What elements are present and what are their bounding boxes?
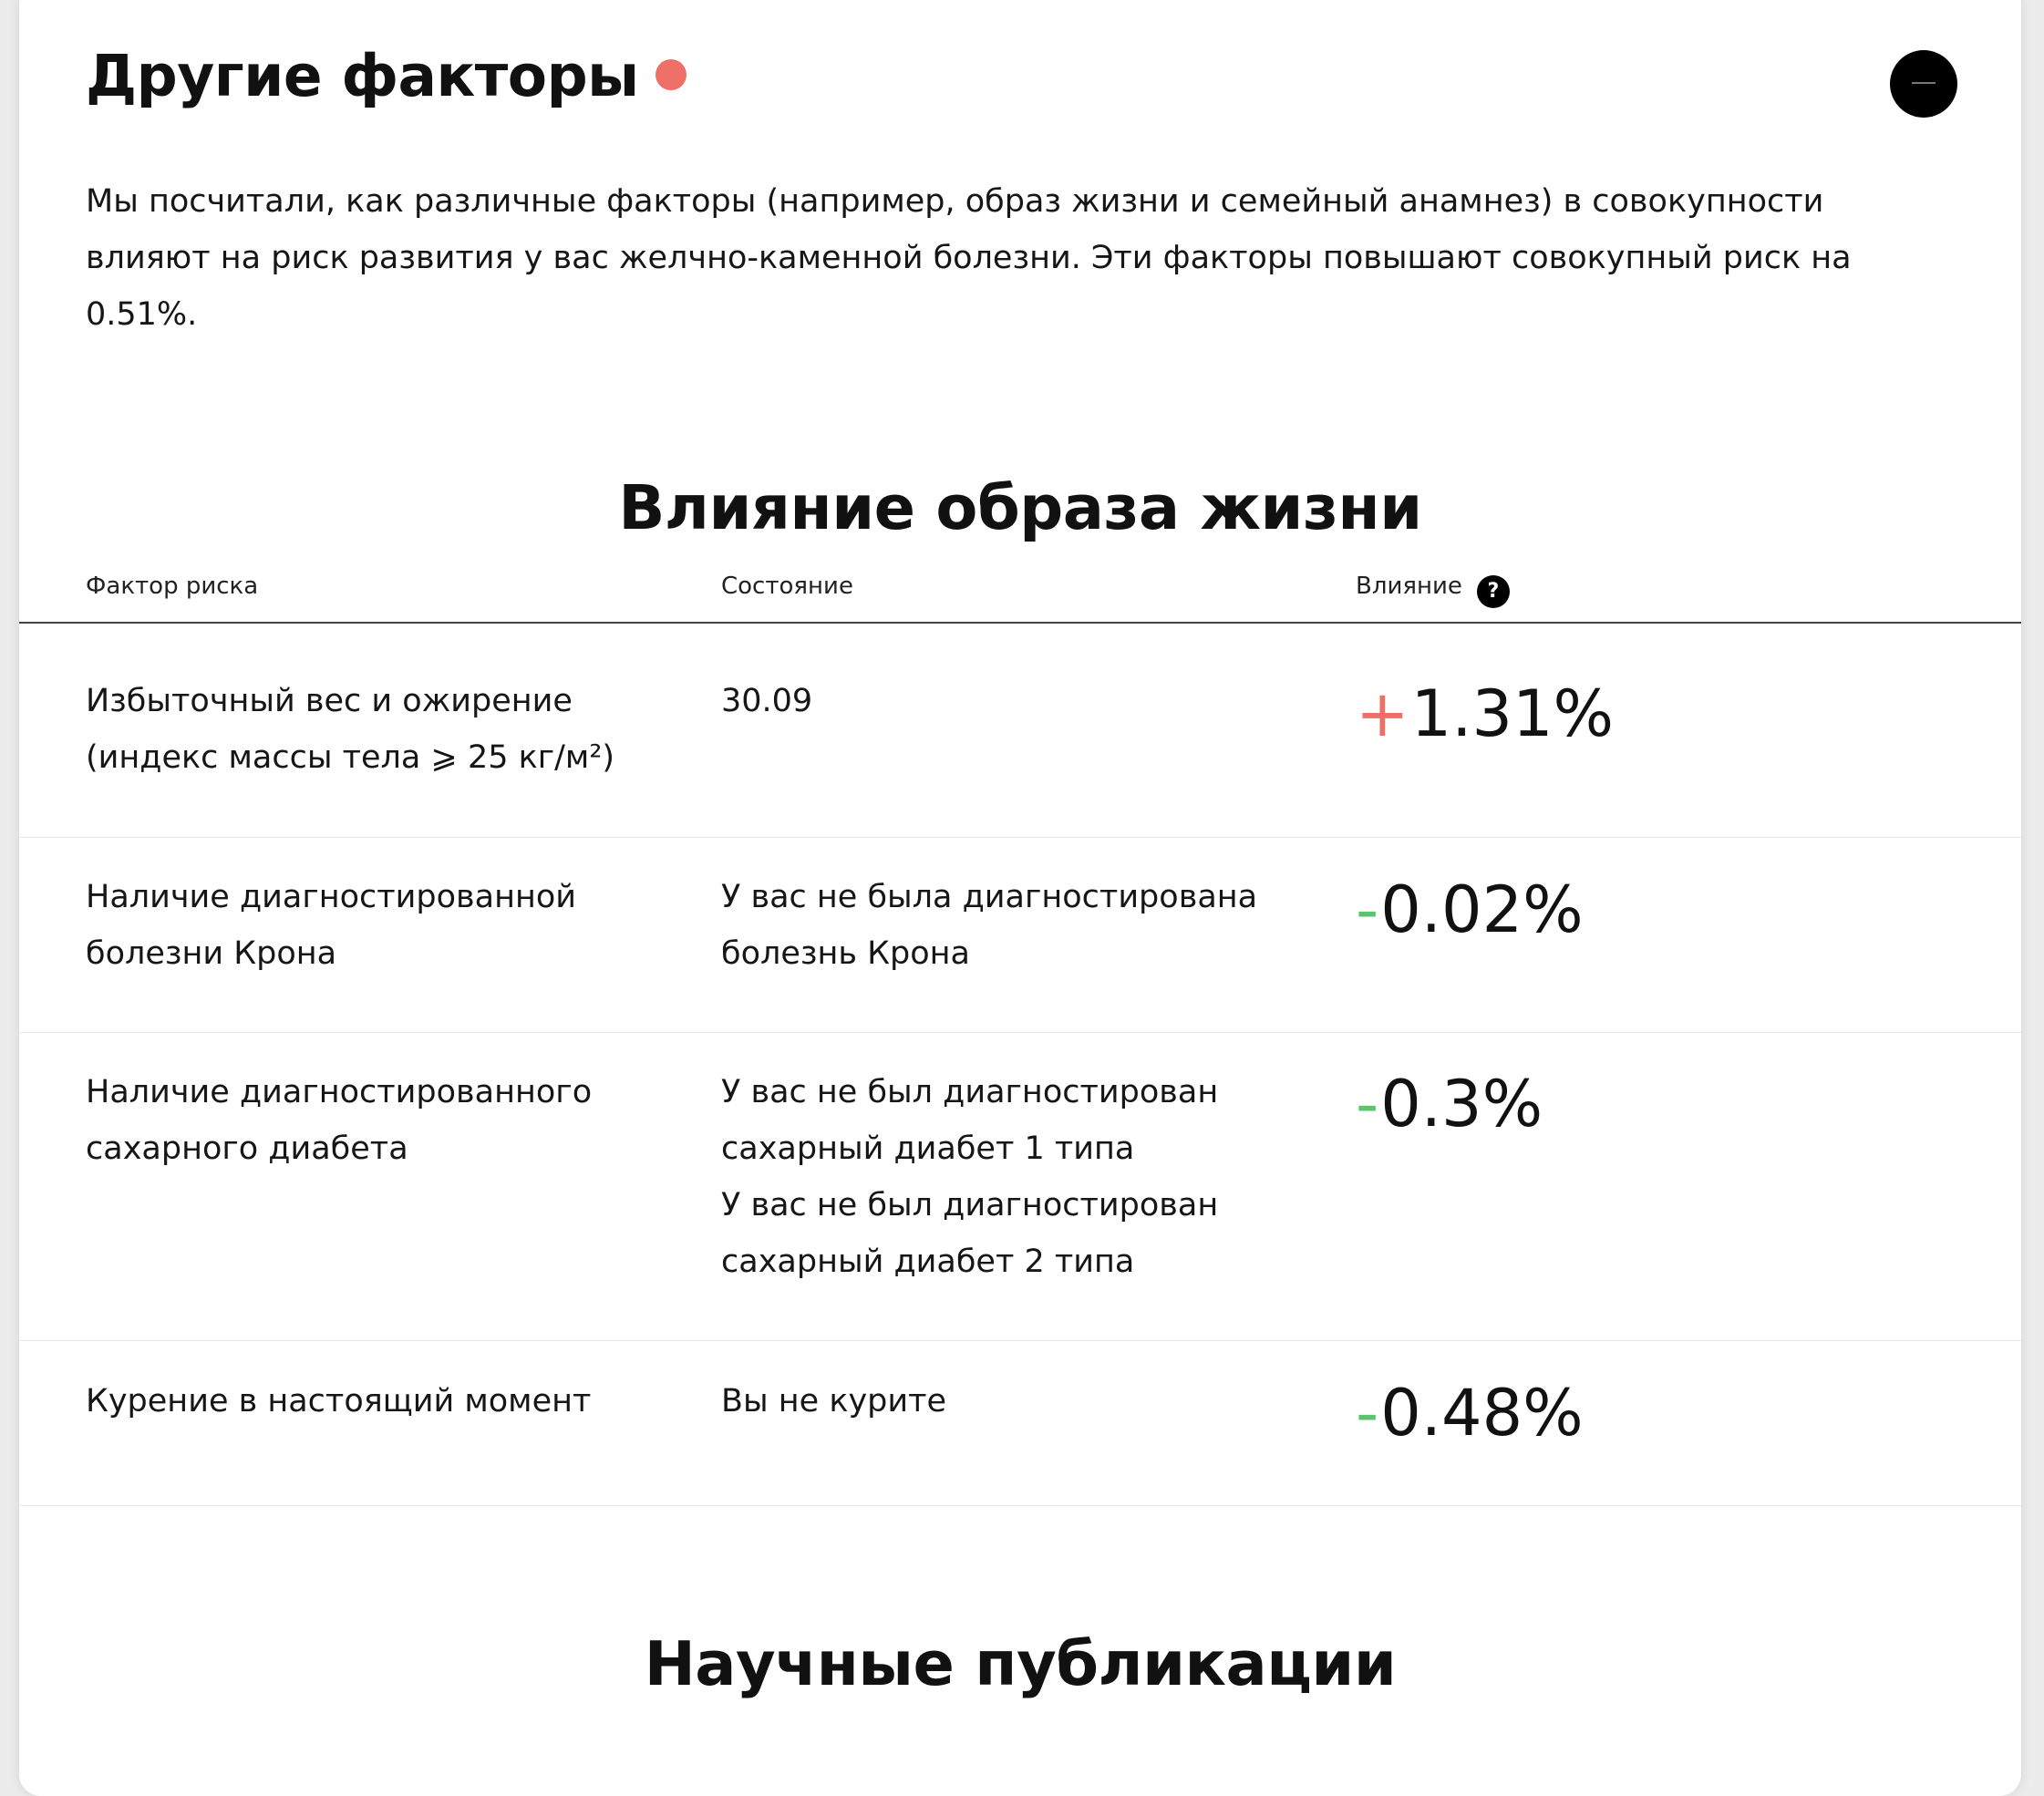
row-2-impact-sign: - xyxy=(1356,872,1379,947)
row-4-impact: -0.48% xyxy=(1356,1381,1584,1445)
intro-text: Мы посчитали, как различные факторы (нап… xyxy=(86,183,1852,333)
column-header-impact: Влияние? xyxy=(1356,573,1510,608)
row-2-impact: -0.02% xyxy=(1356,878,1584,942)
publications-section-title: Научные публикации xyxy=(644,1628,1397,1699)
row-4-state-line-1: Вы не курите xyxy=(721,1383,947,1419)
row-divider xyxy=(19,1505,2021,1506)
card-title: Другие факторы xyxy=(86,47,686,105)
minus-icon xyxy=(1912,82,1936,84)
row-3-state-line-2: У вас не был диагностирован сахарный диа… xyxy=(721,1187,1219,1280)
row-4-impact-sign: - xyxy=(1356,1376,1379,1450)
collapse-button[interactable] xyxy=(1890,50,1957,118)
row-divider xyxy=(19,837,2021,838)
row-3-state-line-1: У вас не был диагностирован сахарный диа… xyxy=(721,1074,1219,1167)
row-4-impact-value: 0.48% xyxy=(1380,1376,1584,1450)
row-2-impact-value: 0.02% xyxy=(1380,872,1584,947)
row-2-state-line-1: У вас не была диагностирована болезнь Кр… xyxy=(721,879,1258,972)
column-header-impact-label: Влияние xyxy=(1356,573,1462,600)
row-4-factor: Курение в настоящий момент xyxy=(86,1383,592,1419)
row-1-impact-sign: + xyxy=(1356,676,1409,751)
row-4-state: Вы не курите xyxy=(721,1373,1305,1430)
row-1-state: 30.09 xyxy=(721,673,1305,729)
column-header-factor: Фактор риска xyxy=(86,573,259,600)
row-2-state: У вас не была диагностирована болезнь Кр… xyxy=(721,869,1305,982)
column-header-state: Состояние xyxy=(721,573,853,600)
row-3-impact-sign: - xyxy=(1356,1067,1379,1141)
row-1-state-line-1: 30.09 xyxy=(721,683,813,719)
row-divider xyxy=(19,1032,2021,1033)
lifestyle-section-title: Влияние образа жизни xyxy=(618,472,1422,543)
other-factors-card: Другие факторы Мы посчитали, как различн… xyxy=(19,0,2021,1796)
row-1-impact-value: 1.31% xyxy=(1410,676,1615,751)
status-dot xyxy=(655,59,686,90)
help-icon[interactable]: ? xyxy=(1476,575,1510,608)
row-2-factor: Наличие диагностированной болезни Крона xyxy=(86,879,577,972)
row-3-state: У вас не был диагностирован сахарный диа… xyxy=(721,1064,1305,1290)
row-1-impact: +1.31% xyxy=(1356,682,1614,746)
row-3-impact: -0.3% xyxy=(1356,1072,1543,1136)
card-title-text: Другие факторы xyxy=(86,43,639,109)
table-header-divider xyxy=(19,622,2021,624)
row-1-factor: Избыточный вес и ожирение (индекс массы … xyxy=(86,683,615,776)
row-divider xyxy=(19,1340,2021,1341)
row-3-factor: Наличие диагностированного сахарного диа… xyxy=(86,1074,593,1167)
row-3-impact-value: 0.3% xyxy=(1380,1067,1543,1141)
